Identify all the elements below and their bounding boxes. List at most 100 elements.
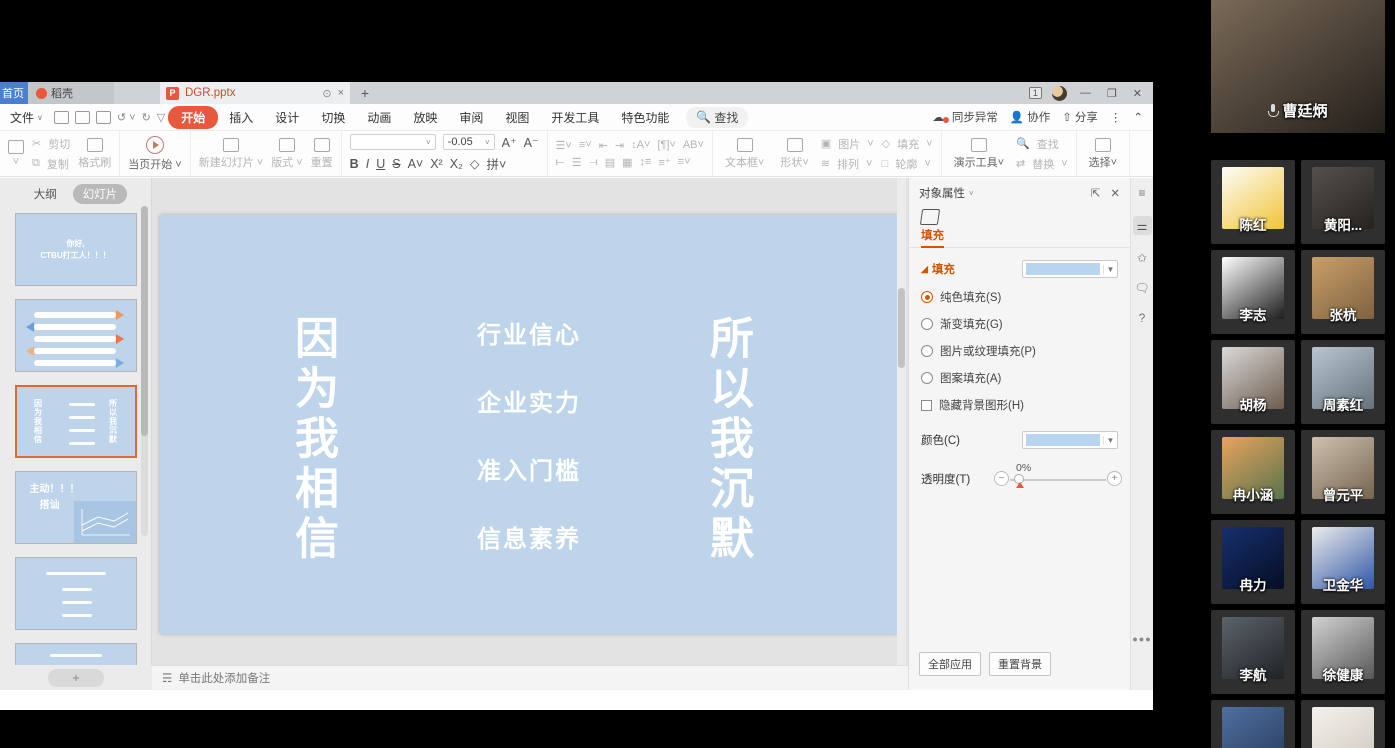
print-preview-icon[interactable] [96, 111, 111, 124]
fill-color-dropdown[interactable]: ▼ [1022, 260, 1118, 278]
help-rail-icon[interactable]: ? [1139, 311, 1146, 325]
option-picture-fill[interactable]: 图片或纹理填充(P) [921, 343, 1118, 359]
participant-tile[interactable]: 胡杨 [1211, 340, 1295, 424]
undo-icon[interactable]: ↺ ˅ [117, 111, 136, 124]
menu-tab-devtools[interactable]: 开发工具 [540, 106, 610, 129]
cut-button[interactable]: ✂剪切 [32, 136, 70, 152]
slide-center-list[interactable]: 行业信心 企业实力 准入门槛 信息素养 [444, 315, 614, 554]
bullets-icon[interactable]: ☰˅ [556, 139, 572, 152]
minimize-button[interactable]: — [1077, 87, 1094, 99]
option-solid-fill[interactable]: 纯色填充(S) [921, 289, 1118, 305]
presentation-tools-button[interactable]: 演示工具˅ [950, 138, 1008, 170]
bold-button[interactable]: B [350, 157, 359, 171]
menu-tab-slideshow[interactable]: 放映 [402, 106, 448, 129]
effects-rail-icon[interactable]: ✩ [1137, 251, 1147, 265]
outdent-icon[interactable]: ⇤ [599, 139, 608, 152]
option-pattern-fill[interactable]: 图案填充(A) [921, 370, 1118, 386]
window-count-badge[interactable]: 1 [1029, 87, 1042, 99]
pinyin-button[interactable]: 拼˅ [487, 154, 507, 173]
italic-button[interactable]: I [366, 157, 369, 171]
menu-tab-design[interactable]: 设计 [264, 106, 310, 129]
new-slide-button[interactable]: 新建幻灯片 ˅ [199, 138, 263, 170]
participant-tile[interactable] [1301, 700, 1385, 748]
close-window-button[interactable]: ✕ [1130, 87, 1145, 100]
symbol-icon[interactable]: [¶]˅ [657, 139, 675, 151]
apply-all-button[interactable]: 全部应用 [919, 652, 981, 676]
participant-tile[interactable]: 冉小涵 [1211, 430, 1295, 514]
ab-icon[interactable]: AB˅ [683, 139, 704, 151]
shrink-font-button[interactable]: A⁻ [524, 135, 539, 150]
picture-button[interactable]: ▣图片˅ [821, 136, 874, 152]
rail-handle-icon[interactable]: ≡ [1138, 186, 1145, 200]
reset-background-button[interactable]: 重置背景 [989, 652, 1051, 676]
participant-tile[interactable]: 徐健康 [1301, 610, 1385, 694]
slide-thumbnail-2[interactable] [15, 299, 137, 372]
panel-scrollbar[interactable] [141, 206, 148, 536]
menu-tab-insert[interactable]: 插入 [218, 106, 264, 129]
print-icon[interactable] [75, 111, 90, 124]
properties-rail-icon[interactable]: ⚌ [1133, 216, 1152, 235]
redo-icon[interactable]: ↻ [142, 111, 151, 124]
select-button[interactable]: 选择˅ [1085, 138, 1121, 170]
start-current-button[interactable]: 当页开始 ˅ [128, 136, 181, 172]
close-panel-icon[interactable]: ✕ [1110, 186, 1120, 200]
slide-thumbnail-5[interactable] [15, 557, 137, 630]
menu-tab-transition[interactable]: 切换 [310, 106, 356, 129]
file-menu[interactable]: 文件∨ [0, 109, 51, 126]
justify-icon[interactable]: ▤ [605, 156, 615, 169]
participant-tile[interactable]: 李志 [1211, 250, 1295, 334]
superscript-button[interactable]: X² [430, 157, 443, 171]
copy-button[interactable]: ⧉复制 [32, 156, 70, 172]
align-left-icon[interactable]: ⟝ [556, 156, 565, 169]
spacing-options-icon[interactable]: ≡˅ [678, 156, 691, 168]
tab-document[interactable]: P DGR.pptx ⊙ × [160, 82, 350, 104]
layout-button[interactable]: 版式 ˅ [271, 138, 302, 170]
more-menu-icon[interactable]: ⋮ [1110, 110, 1122, 124]
clear-format-icon[interactable]: ◇ [470, 156, 480, 171]
increase-icon[interactable]: + [1107, 471, 1122, 486]
slide-thumbnail-3-selected[interactable]: 因为我相信 所以我沉默 [15, 385, 137, 458]
speaker-video[interactable]: 曹廷炳 [1211, 0, 1385, 133]
find-button[interactable]: 🔍查找 [1016, 136, 1068, 152]
participant-tile[interactable]: 周素红 [1301, 340, 1385, 424]
canvas-scrollbar[interactable] [897, 178, 906, 665]
para-spacing-icon[interactable]: ≡⁺ [658, 156, 670, 169]
comments-rail-icon[interactable]: 🗨 [1134, 281, 1149, 295]
slide-right-title[interactable]: 所以我沉默 [705, 315, 749, 565]
participant-tile[interactable]: 张杭 [1301, 250, 1385, 334]
more-rail-icon[interactable]: ●●● [1132, 634, 1151, 644]
format-painter-button[interactable]: 格式刷 [78, 138, 111, 170]
transparency-slider[interactable]: − 0% + [998, 469, 1118, 489]
menu-tab-home[interactable]: 开始 [168, 106, 218, 129]
color-dropdown[interactable]: ▼ [1022, 431, 1118, 449]
tab-home[interactable]: 首页 [0, 82, 28, 104]
tab-slides[interactable]: 幻灯片 [73, 184, 128, 204]
slide-left-title[interactable]: 因为我相信 [290, 315, 334, 565]
current-slide[interactable]: 因为我相信 行业信心 企业实力 准入门槛 信息素养 所以我沉默 [160, 215, 898, 634]
close-doc-icon[interactable]: × [338, 87, 344, 99]
participant-tile[interactable]: 陈红 [1211, 160, 1295, 244]
participant-tile[interactable]: 李航 [1211, 610, 1295, 694]
grow-font-button[interactable]: A⁺ [502, 135, 517, 150]
fill-tab[interactable]: 填充 [921, 227, 944, 248]
save-icon[interactable] [54, 111, 69, 124]
font-family-combo[interactable]: ˅ [350, 134, 436, 150]
menu-tab-view[interactable]: 视图 [494, 106, 540, 129]
add-slide-button[interactable]: + [48, 669, 104, 687]
account-avatar[interactable] [1052, 86, 1067, 101]
sync-status[interactable]: ☁ 同步异常 [932, 109, 998, 125]
subscript-button[interactable]: X₂ [450, 157, 463, 171]
participant-tile[interactable]: 黄阳... [1301, 160, 1385, 244]
strikethrough-button[interactable]: S [392, 157, 400, 171]
paste-button[interactable]: ˅ [8, 140, 24, 168]
fill-button[interactable]: ◇填充˅ [882, 136, 933, 152]
outline-button[interactable]: □轮廓˅ [882, 156, 933, 172]
arrange-button[interactable]: ≋排列˅ [821, 156, 874, 172]
reset-button[interactable]: 重置 [311, 138, 333, 170]
participant-tile[interactable] [1211, 700, 1295, 748]
char-spacing-combo[interactable]: -0.05˅ [443, 134, 495, 150]
menu-tab-animation[interactable]: 动画 [356, 106, 402, 129]
section-collapse-icon[interactable]: ◢ [921, 264, 928, 275]
customize-toolbar-icon[interactable]: ▽ [157, 111, 165, 124]
underline-button[interactable]: U [376, 157, 385, 171]
